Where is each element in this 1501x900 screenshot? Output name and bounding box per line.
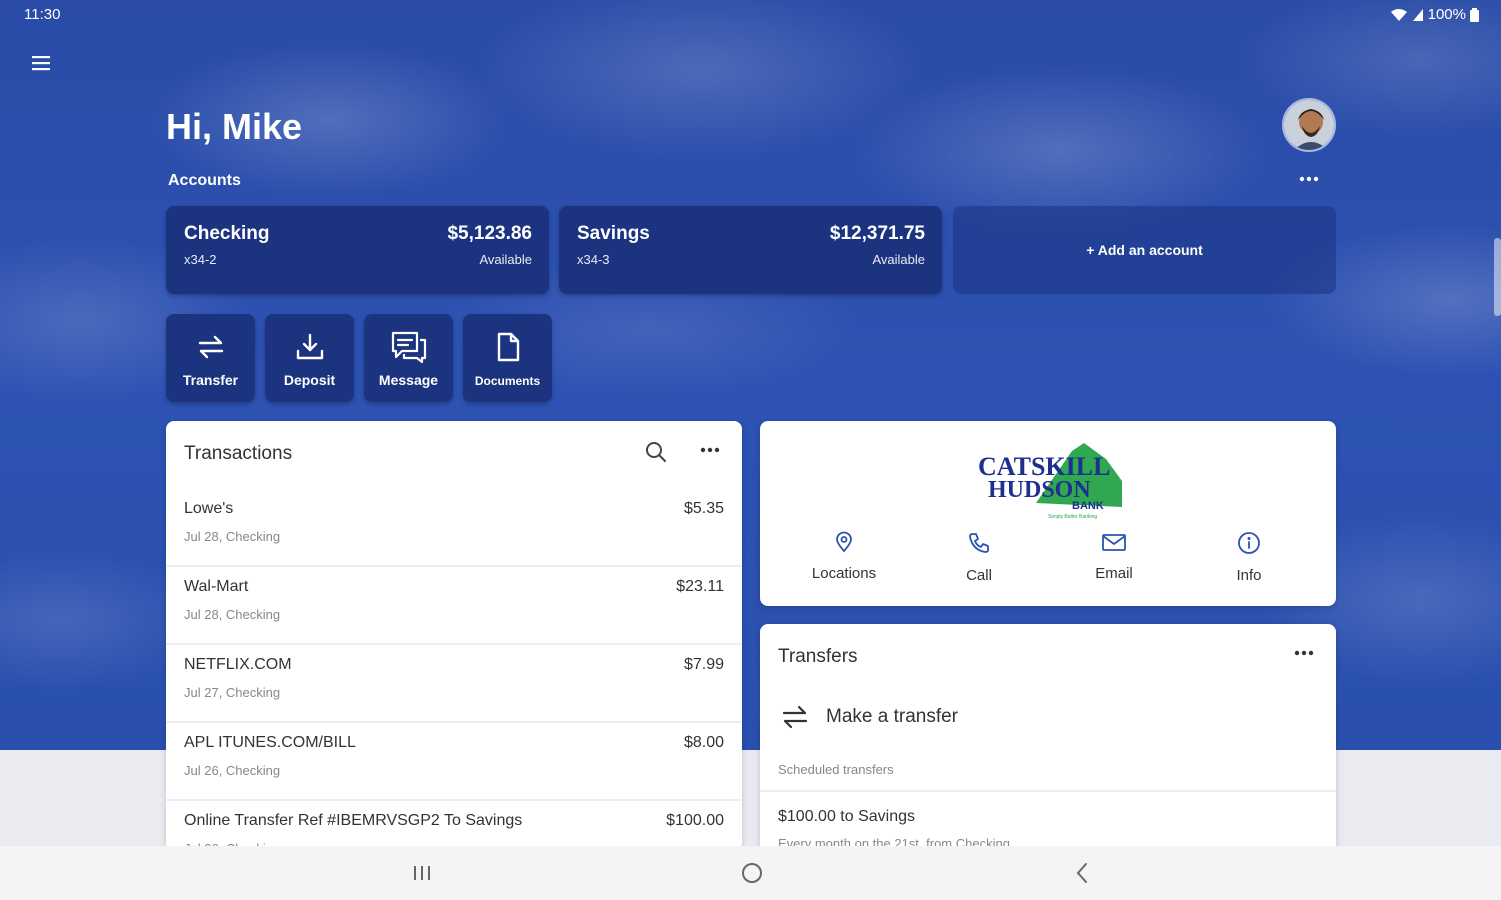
transfers-title: Transfers xyxy=(778,646,858,667)
email-label: Email xyxy=(1095,565,1133,582)
download-icon xyxy=(296,333,323,360)
transaction-name: Online Transfer Ref #IBEMRVSGP2 To Savin… xyxy=(184,812,523,829)
transfer-icon xyxy=(198,335,223,359)
status-bar: 11:30 100% xyxy=(0,0,1501,28)
transaction-name: APL ITUNES.COM/BILL xyxy=(184,734,356,751)
transaction-row[interactable]: APL ITUNES.COM/BILL Jul 26, Checking $8.… xyxy=(166,723,742,801)
account-number: x34-2 xyxy=(184,252,217,267)
email-icon xyxy=(1102,534,1126,551)
transaction-row[interactable]: Wal-Mart Jul 28, Checking $23.11 xyxy=(166,567,742,645)
transaction-amount: $7.99 xyxy=(683,656,724,673)
add-account-label: + Add an account xyxy=(1086,242,1203,258)
locations-button[interactable]: Locations xyxy=(789,531,899,582)
status-time: 11:30 xyxy=(24,6,61,23)
account-name: Checking xyxy=(184,223,270,244)
transaction-row[interactable]: Lowe's Jul 28, Checking $5.35 xyxy=(166,489,742,567)
message-icon xyxy=(391,331,426,364)
message-label: Message xyxy=(378,372,439,388)
location-pin-icon xyxy=(836,531,852,553)
recent-apps-icon[interactable] xyxy=(408,860,436,886)
bank-info-card: CATSKILL HUDSON BANK Simply Better Banki… xyxy=(760,421,1336,606)
signal-icon xyxy=(1412,8,1423,21)
account-balance-label: Available xyxy=(479,252,532,267)
hamburger-menu-icon[interactable] xyxy=(30,52,52,74)
transfers-card: Transfers Make a transfer Scheduled tran… xyxy=(760,624,1336,854)
divider xyxy=(760,790,1336,792)
status-icons: 100% xyxy=(1390,6,1479,23)
email-button[interactable]: Email xyxy=(1059,531,1169,582)
account-balance: $5,123.86 xyxy=(447,223,532,244)
deposit-button[interactable]: Deposit xyxy=(265,314,354,402)
transaction-name: Wal-Mart xyxy=(184,578,249,595)
scheduled-transfer-title[interactable]: $100.00 to Savings xyxy=(778,808,915,826)
transaction-row[interactable]: NETFLIX.COM Jul 27, Checking $7.99 xyxy=(166,645,742,723)
call-button[interactable]: Call xyxy=(924,531,1034,584)
document-icon xyxy=(497,332,519,362)
battery-icon xyxy=(1470,7,1479,22)
back-icon[interactable] xyxy=(1068,860,1096,886)
greeting-title: Hi, Mike xyxy=(166,106,303,147)
svg-text:BANK: BANK xyxy=(1072,500,1104,512)
transaction-name: NETFLIX.COM xyxy=(184,656,292,673)
transfer-icon xyxy=(782,705,808,729)
transaction-amount: $100.00 xyxy=(666,812,724,829)
transactions-title: Transactions xyxy=(184,443,293,464)
transaction-amount: $23.11 xyxy=(676,578,724,595)
transaction-row[interactable]: Online Transfer Ref #IBEMRVSGP2 To Savin… xyxy=(166,801,742,851)
account-number: x34-3 xyxy=(577,252,610,267)
home-icon[interactable] xyxy=(738,860,766,886)
transaction-meta: Jul 28, Checking xyxy=(184,607,281,622)
locations-label: Locations xyxy=(811,565,877,582)
search-icon[interactable] xyxy=(644,440,668,464)
transaction-name: Lowe's xyxy=(184,500,234,517)
accounts-more-icon[interactable] xyxy=(1297,170,1321,188)
transaction-amount: $8.00 xyxy=(683,734,724,751)
battery-percent: 100% xyxy=(1427,6,1466,23)
transaction-meta: Jul 26, Checking xyxy=(184,763,281,778)
account-balance-label: Available xyxy=(872,252,925,267)
deposit-label: Deposit xyxy=(283,372,336,388)
phone-icon xyxy=(969,533,989,553)
make-transfer-label: Make a transfer xyxy=(826,706,958,727)
message-button[interactable]: Message xyxy=(364,314,453,402)
bank-logo: CATSKILL HUDSON BANK Simply Better Banki… xyxy=(978,443,1122,520)
svg-text:Simply Better Banking: Simply Better Banking xyxy=(1048,514,1097,520)
transactions-more-icon[interactable] xyxy=(698,441,722,459)
make-transfer-button[interactable]: Make a transfer xyxy=(778,700,958,734)
add-account-button[interactable]: + Add an account xyxy=(953,206,1336,294)
transfer-button[interactable]: Transfer xyxy=(166,314,255,402)
scroll-indicator xyxy=(1494,238,1501,316)
wifi-icon xyxy=(1390,8,1407,21)
transaction-amount: $5.35 xyxy=(683,500,724,517)
account-card-checking[interactable]: Checking x34-2 $5,123.86 Available xyxy=(166,206,549,294)
documents-button[interactable]: Documents xyxy=(463,314,552,402)
transaction-meta: Jul 28, Checking xyxy=(184,529,281,544)
scheduled-transfers-label: Scheduled transfers xyxy=(778,762,894,777)
accounts-label: Accounts xyxy=(168,172,241,189)
transactions-card: Transactions Lowe's Jul 28, Checking $5.… xyxy=(166,421,742,851)
transfer-label: Transfer xyxy=(182,372,239,388)
avatar[interactable] xyxy=(1282,98,1336,152)
info-button[interactable]: Info xyxy=(1194,531,1304,584)
transaction-meta: Jul 27, Checking xyxy=(184,685,281,700)
info-label: Info xyxy=(1236,567,1262,584)
account-balance: $12,371.75 xyxy=(829,223,925,244)
transfers-more-icon[interactable] xyxy=(1292,644,1316,662)
account-name: Savings xyxy=(577,223,650,244)
call-label: Call xyxy=(966,567,992,584)
system-nav-bar xyxy=(0,846,1501,900)
info-icon xyxy=(1238,532,1260,554)
documents-label: Documents xyxy=(474,374,541,388)
account-card-savings[interactable]: Savings x34-3 $12,371.75 Available xyxy=(559,206,942,294)
